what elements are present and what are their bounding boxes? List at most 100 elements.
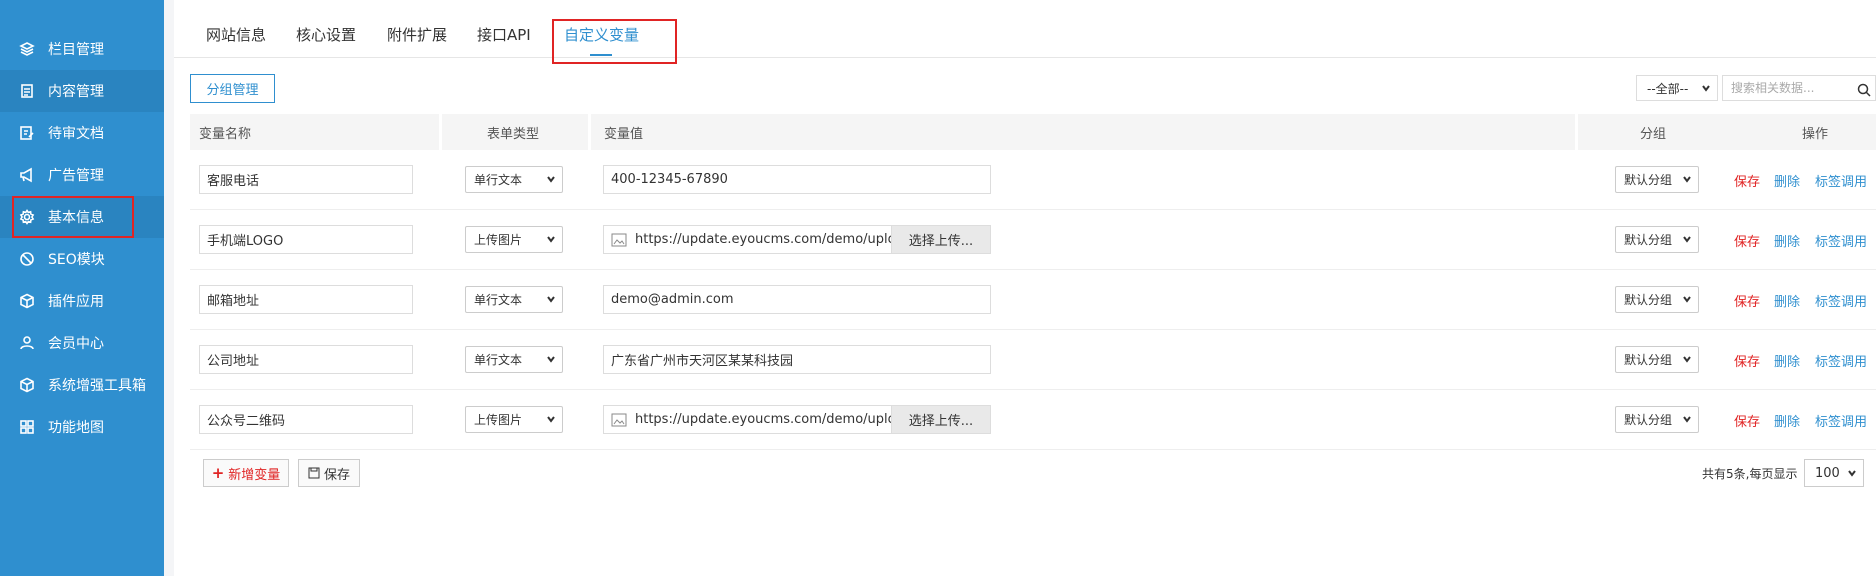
variable-value-field[interactable]: https://update.eyoucms.com/demo/uploa 选择…: [603, 405, 991, 434]
upload-button[interactable]: 选择上传...: [891, 406, 990, 433]
chevron-down-icon: [546, 412, 556, 429]
form-type-select[interactable]: 单行文本: [465, 166, 563, 193]
save-all-label: 保存: [323, 467, 350, 483]
upload-button[interactable]: 选择上传...: [891, 226, 990, 253]
variable-value-text: https://update.eyoucms.com/demo/uploa: [635, 412, 904, 427]
active-tab-indicator: [590, 54, 612, 56]
group-value: 默认分组: [1624, 293, 1673, 307]
sidebar-item-seo[interactable]: SEO模块: [0, 238, 164, 280]
seo-icon: [18, 250, 36, 268]
delete-link[interactable]: 删除: [1774, 291, 1800, 310]
variable-value-field[interactable]: 广东省广州市天河区某某科技园: [603, 345, 991, 374]
save-link[interactable]: 保存: [1734, 171, 1760, 190]
variable-name-field[interactable]: 客服电话: [199, 165, 413, 194]
group-select[interactable]: 默认分组: [1615, 286, 1699, 313]
tab-api[interactable]: 接口API: [477, 24, 531, 45]
chevron-down-icon: [1682, 352, 1692, 369]
tag-call-link[interactable]: 标签调用: [1815, 411, 1867, 430]
sidebar-item-content-management[interactable]: 内容管理: [0, 70, 164, 112]
tab-attachment-extension[interactable]: 附件扩展: [387, 24, 447, 45]
table-row: 手机端LOGO 上传图片 https://update.eyoucms.com/…: [190, 210, 1876, 270]
group-select[interactable]: 默认分组: [1615, 346, 1699, 373]
save-link[interactable]: 保存: [1734, 411, 1760, 430]
app-root: 栏目管理 内容管理 待审文档 广告管理 基本信息 SEO模块 插件应用 会员中心…: [0, 0, 1876, 576]
table-row: 邮箱地址 单行文本 demo@admin.com 默认分组 保存 删除 标签调用: [190, 270, 1876, 330]
group-select[interactable]: 默认分组: [1615, 226, 1699, 253]
table-header: 变量名称 表单类型 变量值 分组 操作: [190, 114, 1876, 150]
chevron-down-icon: [546, 172, 556, 189]
image-icon: [611, 233, 627, 246]
chevron-down-icon: [546, 232, 556, 249]
form-type-value: 上传图片: [474, 233, 523, 247]
group-filter-select[interactable]: --全部--: [1636, 75, 1718, 101]
sidebar-item-toolbox[interactable]: 系统增强工具箱: [0, 364, 164, 406]
megaphone-icon: [18, 166, 36, 184]
variable-name-field[interactable]: 邮箱地址: [199, 285, 413, 314]
group-select[interactable]: 默认分组: [1615, 406, 1699, 433]
header-actions: 操作: [1802, 126, 1829, 142]
group-value: 默认分组: [1624, 353, 1673, 367]
tab-custom-variables[interactable]: 自定义变量: [564, 24, 639, 45]
sidebar-item-ad-management[interactable]: 广告管理: [0, 154, 164, 196]
grid-icon: [18, 418, 36, 436]
sidebar-item-member-center[interactable]: 会员中心: [0, 322, 164, 364]
save-link[interactable]: 保存: [1734, 291, 1760, 310]
variable-name-field[interactable]: 手机端LOGO: [199, 225, 413, 254]
search-input[interactable]: [1723, 81, 1843, 95]
chevron-down-icon: [1682, 292, 1692, 309]
sidebar-item-column-management[interactable]: 栏目管理: [0, 28, 164, 70]
layers-icon: [18, 40, 36, 58]
sidebar-item-label: 内容管理: [48, 84, 104, 100]
tag-call-link[interactable]: 标签调用: [1815, 291, 1867, 310]
form-type-select[interactable]: 上传图片: [465, 226, 563, 253]
sidebar-divider: [164, 0, 174, 576]
sidebar-item-label: 插件应用: [48, 294, 104, 310]
save-all-button[interactable]: 保存: [298, 459, 360, 487]
form-type-select[interactable]: 单行文本: [465, 286, 563, 313]
variable-value-field[interactable]: 400-12345-67890: [603, 165, 991, 194]
delete-link[interactable]: 删除: [1774, 411, 1800, 430]
variable-value-field[interactable]: https://update.eyoucms.com/demo/uploa 选择…: [603, 225, 991, 254]
save-link[interactable]: 保存: [1734, 351, 1760, 370]
table-row: 公司地址 单行文本 广东省广州市天河区某某科技园 默认分组 保存 删除 标签调用: [190, 330, 1876, 390]
sidebar-item-label: 功能地图: [48, 420, 104, 436]
delete-link[interactable]: 删除: [1774, 231, 1800, 250]
plus-icon: +: [211, 464, 225, 482]
group-value: 默认分组: [1624, 173, 1673, 187]
chevron-down-icon: [1701, 81, 1711, 98]
tag-call-link[interactable]: 标签调用: [1815, 171, 1867, 190]
chevron-down-icon: [1682, 232, 1692, 249]
tab-site-info[interactable]: 网站信息: [206, 24, 266, 45]
tag-call-link[interactable]: 标签调用: [1815, 351, 1867, 370]
form-type-select[interactable]: 上传图片: [465, 406, 563, 433]
add-variable-label: 新增变量: [228, 467, 281, 483]
tab-core-settings[interactable]: 核心设置: [296, 24, 356, 45]
tag-call-link[interactable]: 标签调用: [1815, 231, 1867, 250]
form-type-value: 单行文本: [474, 353, 523, 367]
save-link[interactable]: 保存: [1734, 231, 1760, 250]
delete-link[interactable]: 删除: [1774, 171, 1800, 190]
sidebar-item-pending-documents[interactable]: 待审文档: [0, 112, 164, 154]
page-size-value: 100: [1815, 465, 1840, 481]
sidebar-item-plugins[interactable]: 插件应用: [0, 280, 164, 322]
search-icon[interactable]: [1857, 82, 1871, 101]
form-type-value: 单行文本: [474, 173, 523, 187]
sidebar-item-function-map[interactable]: 功能地图: [0, 406, 164, 448]
variable-name-field[interactable]: 公众号二维码: [199, 405, 413, 434]
table-row: 公众号二维码 上传图片 https://update.eyoucms.com/d…: [190, 390, 1876, 450]
form-type-select[interactable]: 单行文本: [465, 346, 563, 373]
variable-value-field[interactable]: demo@admin.com: [603, 285, 991, 314]
sidebar-item-label: 系统增强工具箱: [48, 378, 146, 394]
page-size-select[interactable]: 100: [1804, 459, 1864, 487]
sidebar-item-basic-info[interactable]: 基本信息: [0, 196, 164, 238]
group-select[interactable]: 默认分组: [1615, 166, 1699, 193]
cube-icon: [18, 292, 36, 310]
variable-name-field[interactable]: 公司地址: [199, 345, 413, 374]
toolbox-icon: [18, 376, 36, 394]
sidebar-item-label: 会员中心: [48, 336, 104, 352]
variable-value-text: https://update.eyoucms.com/demo/uploa: [635, 232, 904, 247]
add-variable-button[interactable]: + 新增变量: [203, 459, 289, 487]
delete-link[interactable]: 删除: [1774, 351, 1800, 370]
form-type-value: 单行文本: [474, 293, 523, 307]
group-management-button[interactable]: 分组管理: [190, 74, 275, 103]
